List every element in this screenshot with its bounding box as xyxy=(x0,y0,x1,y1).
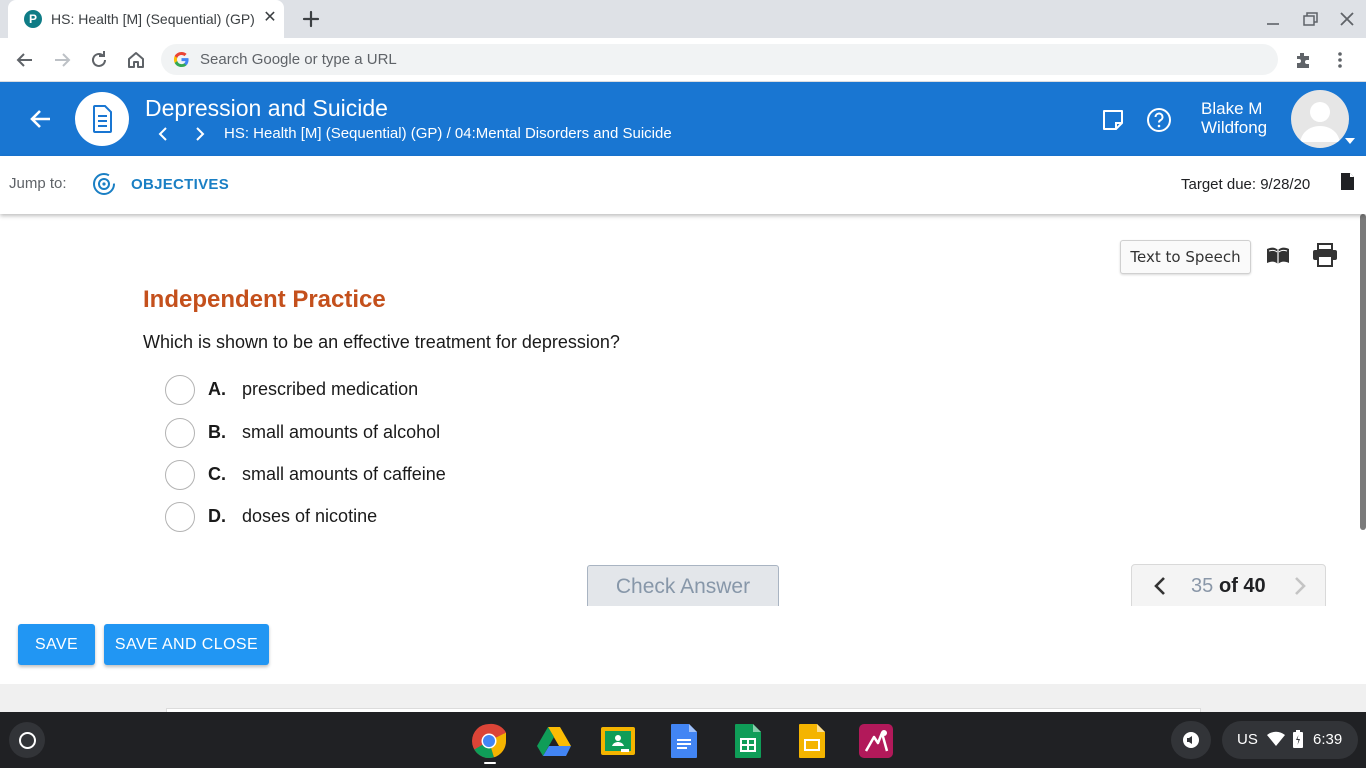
avatar-person-icon xyxy=(1300,102,1340,142)
google-g-icon xyxy=(173,51,189,68)
reload-icon[interactable] xyxy=(86,47,112,73)
choice-text: small amounts of alcohol xyxy=(242,422,441,442)
text-to-speech-button[interactable]: Text to Speech xyxy=(1120,240,1251,274)
menu-kebab-icon[interactable] xyxy=(1327,47,1353,73)
avatar[interactable] xyxy=(1291,90,1349,148)
total-questions: of 40 xyxy=(1219,575,1266,597)
print-icon[interactable] xyxy=(1312,243,1338,267)
browser-toolbar: Search Google or type a URL xyxy=(0,38,1366,82)
choice-text: small amounts of caffeine xyxy=(242,464,446,484)
pearson-favicon-icon: P xyxy=(24,10,42,28)
choice-letter: D. xyxy=(208,506,226,526)
save-bar: SAVE SAVE AND CLOSE xyxy=(0,606,1366,684)
input-language: US xyxy=(1237,731,1258,748)
clock: 6:39 xyxy=(1313,731,1343,748)
user-first-name: Blake M xyxy=(1201,99,1263,118)
close-window-icon[interactable] xyxy=(1336,8,1358,30)
page-footer-area xyxy=(0,684,1366,714)
new-tab-icon[interactable] xyxy=(298,6,324,32)
section-title: Independent Practice xyxy=(143,286,386,313)
check-answer-button[interactable]: Check Answer xyxy=(587,565,779,606)
objectives-link[interactable]: OBJECTIVES xyxy=(131,176,229,193)
choice-letter: C. xyxy=(208,464,226,484)
omnibox-placeholder: Search Google or type a URL xyxy=(200,51,397,68)
answer-choice-c[interactable]: C. small amounts of caffeine xyxy=(165,460,665,494)
tab-close-icon[interactable]: ✕ xyxy=(260,8,280,28)
slides-icon[interactable] xyxy=(794,723,830,759)
question-pager: 35 of 40 xyxy=(1131,564,1326,606)
battery-icon xyxy=(1293,730,1303,748)
radio-button[interactable] xyxy=(165,418,195,448)
chevron-down-icon[interactable] xyxy=(1343,136,1357,146)
chrome-icon[interactable] xyxy=(471,723,507,759)
help-icon[interactable] xyxy=(1145,106,1173,134)
back-icon[interactable] xyxy=(12,47,38,73)
radio-button[interactable] xyxy=(165,460,195,490)
chevron-left-icon[interactable] xyxy=(1150,575,1170,597)
lesson-logo xyxy=(75,92,129,146)
chrome-active-indicator xyxy=(484,762,496,764)
tab-title: HS: Health [M] (Sequential) (GP) xyxy=(51,11,254,27)
answer-choice-d[interactable]: D. doses of nicotine xyxy=(165,502,665,536)
radio-button[interactable] xyxy=(165,375,195,405)
forward-icon[interactable] xyxy=(49,47,75,73)
status-tray[interactable]: US 6:39 xyxy=(1222,721,1358,759)
question-text: Which is shown to be an effective treatm… xyxy=(143,332,620,352)
current-question-number[interactable]: 35 xyxy=(1191,575,1213,598)
choice-letter: B. xyxy=(208,422,226,442)
choice-text: prescribed medication xyxy=(242,379,419,399)
classroom-icon[interactable] xyxy=(600,723,636,759)
answer-choice-a[interactable]: A. prescribed medication xyxy=(165,375,665,409)
speaker-icon xyxy=(1183,732,1199,748)
wifi-icon xyxy=(1267,731,1285,746)
header-prev-lesson-icon[interactable] xyxy=(153,124,173,144)
media-controls-button[interactable] xyxy=(1171,721,1211,759)
book-icon[interactable] xyxy=(1265,245,1291,267)
browser-tab[interactable]: P HS: Health [M] (Sequential) (GP) ✕ xyxy=(8,0,284,38)
target-due: Target due: 9/28/20 xyxy=(1181,176,1311,193)
chevron-right-icon[interactable] xyxy=(1290,575,1310,597)
radio-button[interactable] xyxy=(165,502,195,532)
omnibox[interactable]: Search Google or type a URL xyxy=(161,44,1278,75)
extensions-icon[interactable] xyxy=(1290,47,1316,73)
jump-bar: Jump to: OBJECTIVES Target due: 9/28/20 xyxy=(0,156,1366,214)
choice-letter: A. xyxy=(208,379,226,399)
scrollbar[interactable] xyxy=(1360,214,1366,530)
minimize-icon[interactable] xyxy=(1262,8,1284,30)
docs-icon[interactable] xyxy=(666,723,702,759)
user-name[interactable]: Blake M Wildfong xyxy=(1201,99,1267,137)
choice-text: doses of nicotine xyxy=(242,506,378,526)
drive-icon[interactable] xyxy=(536,723,572,759)
jump-label: Jump to: xyxy=(9,175,67,192)
header-back-icon[interactable] xyxy=(27,105,55,133)
question-panel: Text to Speech Independent Practice Whic… xyxy=(0,214,1366,606)
lesson-document-icon xyxy=(93,105,112,133)
app-header: Depression and Suicide HS: Health [M] (S… xyxy=(0,82,1366,156)
save-button[interactable]: SAVE xyxy=(18,624,95,665)
document-icon[interactable] xyxy=(1340,172,1355,191)
answer-choice-b[interactable]: B. small amounts of alcohol xyxy=(165,418,665,452)
os-taskbar: US 6:39 xyxy=(0,712,1366,768)
header-next-lesson-icon[interactable] xyxy=(190,124,210,144)
page-title: Depression and Suicide xyxy=(145,95,388,121)
save-and-close-button[interactable]: SAVE AND CLOSE xyxy=(104,624,269,665)
browser-tab-strip: P HS: Health [M] (Sequential) (GP) ✕ xyxy=(0,0,1366,38)
launcher-button[interactable] xyxy=(9,722,45,758)
restore-icon[interactable] xyxy=(1299,8,1321,30)
home-icon[interactable] xyxy=(123,47,149,73)
sheets-icon[interactable] xyxy=(730,723,766,759)
objectives-target-icon[interactable] xyxy=(91,171,117,197)
breadcrumb[interactable]: HS: Health [M] (Sequential) (GP) / 04:Me… xyxy=(224,125,672,142)
app-icon[interactable] xyxy=(858,723,894,759)
notes-icon[interactable] xyxy=(1100,107,1126,133)
user-last-name: Wildfong xyxy=(1201,118,1268,137)
